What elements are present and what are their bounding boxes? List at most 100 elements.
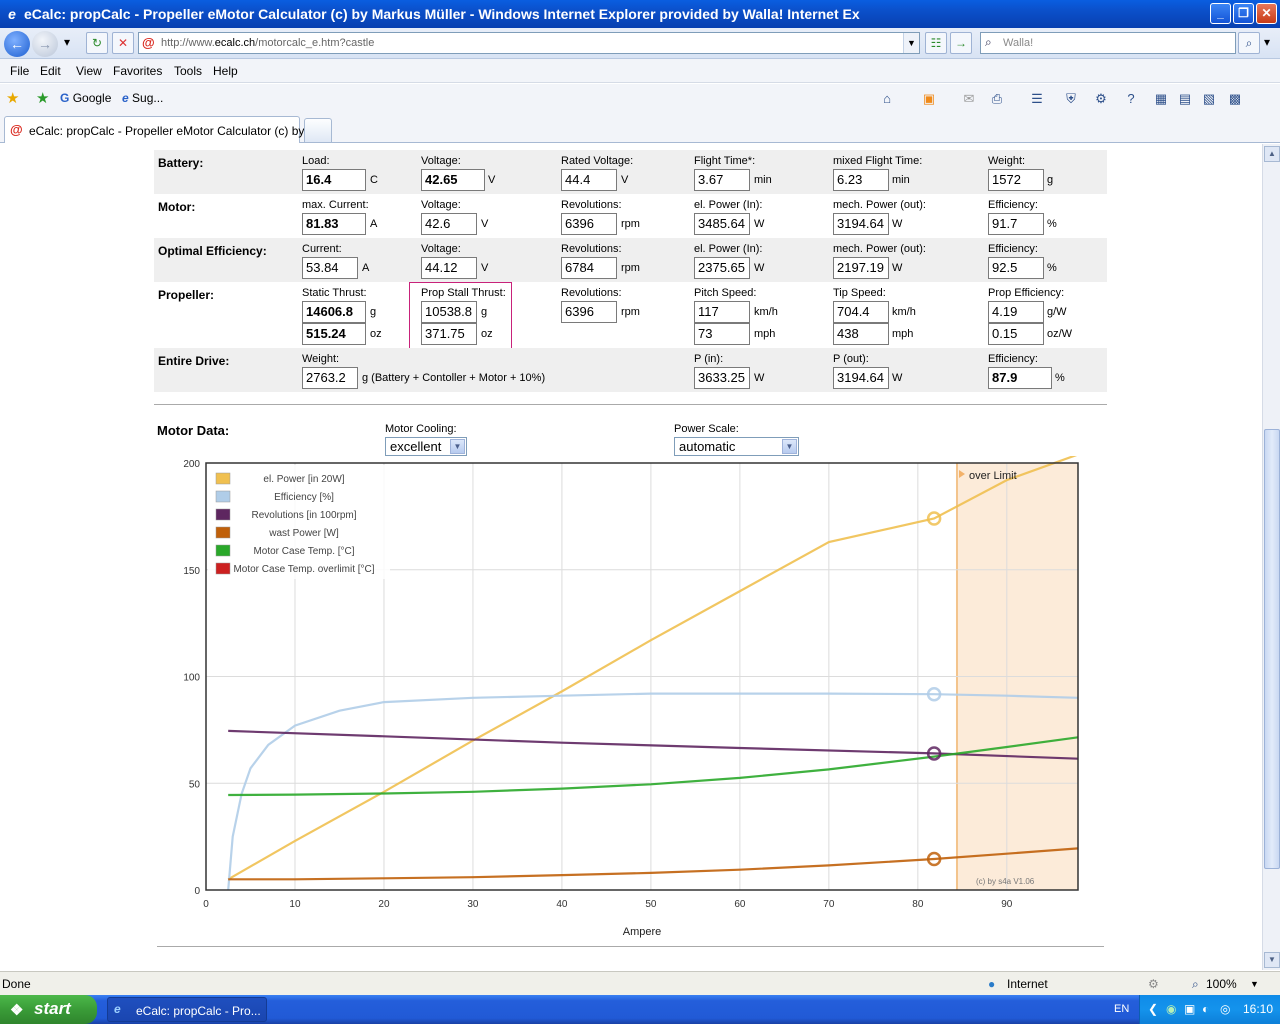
max-current-field[interactable]: 81.83: [302, 213, 366, 235]
taskbar: ❖ start e eCalc: propCalc - Pro... EN ❮ …: [0, 995, 1280, 1024]
static-thrust-g-field[interactable]: 14606.8: [302, 301, 366, 323]
taskbar-item-ecalc[interactable]: e eCalc: propCalc - Pro...: [107, 997, 267, 1022]
optimal-efficiency-field[interactable]: 92.5: [988, 257, 1044, 279]
refresh-icon[interactable]: ↻: [86, 32, 108, 54]
prop-efficiency-ozw-field[interactable]: 0.15: [988, 323, 1044, 345]
x-tick-label: 40: [556, 899, 568, 910]
optimal-current-field[interactable]: 53.84: [302, 257, 358, 279]
print-icon[interactable]: ⎙: [988, 90, 1006, 108]
translate-icon[interactable]: ▤: [1176, 90, 1194, 108]
favorite-google[interactable]: G Google: [60, 91, 111, 105]
prop-efficiency-gw-field[interactable]: 4.19: [988, 301, 1044, 323]
menu-tools[interactable]: Tools: [174, 64, 202, 78]
motor-voltage-field[interactable]: 42.6: [421, 213, 477, 235]
scroll-down-icon[interactable]: ▼: [1264, 952, 1280, 968]
propeller-label: Propeller:: [158, 288, 215, 302]
research-icon[interactable]: ▦: [1152, 90, 1170, 108]
stop-icon[interactable]: ✕: [112, 32, 134, 54]
network-icon[interactable]: ◉: [1166, 1002, 1176, 1016]
back-button[interactable]: ←: [4, 31, 30, 57]
pitch-speed-mph-field[interactable]: 73: [694, 323, 750, 345]
addon-icon[interactable]: ▩: [1226, 90, 1244, 108]
menu-help[interactable]: Help: [213, 64, 238, 78]
battery-label: Battery:: [158, 156, 204, 170]
tip-speed-kmh-field[interactable]: 704.4: [833, 301, 889, 323]
volume-icon[interactable]: ◐: [1202, 1002, 1209, 1016]
motor-cooling-select[interactable]: excellent ▼: [385, 437, 467, 456]
motor-mech-power-field[interactable]: 3194.64: [833, 213, 889, 235]
motor-revolutions-field[interactable]: 6396: [561, 213, 617, 235]
favorite-suggested[interactable]: e Sug...: [122, 91, 163, 105]
page-icon: @: [10, 122, 23, 137]
compatibility-icon[interactable]: ☷: [925, 32, 947, 54]
optimal-el-power-field[interactable]: 2375.65: [694, 257, 750, 279]
url-text: http://www.ecalc.ch/motorcalc_e.htm?cast…: [161, 37, 375, 49]
vertical-scrollbar[interactable]: ▲ ▼: [1262, 144, 1280, 970]
add-favorites-icon[interactable]: ★: [36, 89, 49, 107]
messenger-icon[interactable]: ▧: [1200, 90, 1218, 108]
rated-voltage-field[interactable]: 44.4: [561, 169, 617, 191]
p-out-field[interactable]: 3194.64: [833, 367, 889, 389]
page-menu-icon[interactable]: ☰: [1028, 90, 1046, 108]
close-button[interactable]: ✕: [1256, 3, 1277, 24]
battery-row: Battery: Load: 16.4 C Voltage: 42.65 V R…: [154, 150, 1107, 194]
zoom-level[interactable]: 100%: [1206, 977, 1237, 991]
optimal-mech-power-field[interactable]: 2197.19: [833, 257, 889, 279]
address-bar[interactable]: @ http://www.ecalc.ch/motorcalc_e.htm?ca…: [138, 32, 920, 54]
mail-icon[interactable]: ✉: [960, 90, 978, 108]
battery-weight-field[interactable]: 1572: [988, 169, 1044, 191]
go-icon[interactable]: →: [950, 32, 972, 54]
motor-el-power-field[interactable]: 3485.64: [694, 213, 750, 235]
prop-stall-thrust-g-field[interactable]: 10538.8: [421, 301, 477, 323]
safety-icon[interactable]: ⛨: [1062, 90, 1080, 108]
recent-pages-dropdown[interactable]: ▾: [60, 32, 74, 54]
drive-efficiency-field[interactable]: 87.9: [988, 367, 1052, 389]
motor-efficiency-field[interactable]: 91.7: [988, 213, 1044, 235]
minimize-button[interactable]: _: [1210, 3, 1231, 24]
tray-app-icon[interactable]: ▣: [1184, 1002, 1195, 1016]
drive-weight-field[interactable]: 2763.2: [302, 367, 358, 389]
menu-favorites[interactable]: Favorites: [113, 64, 162, 78]
tools-gear-icon[interactable]: ⚙: [1092, 90, 1110, 108]
language-indicator[interactable]: EN: [1114, 1003, 1129, 1015]
load-field[interactable]: 16.4: [302, 169, 366, 191]
p-in-field[interactable]: 3633.25: [694, 367, 750, 389]
optimal-voltage-field[interactable]: 44.12: [421, 257, 477, 279]
scroll-thumb[interactable]: [1264, 429, 1280, 869]
new-tab-button[interactable]: [304, 118, 332, 142]
tray-expand-icon[interactable]: ❮: [1148, 1002, 1158, 1016]
tray-security-icon[interactable]: ◎: [1220, 1002, 1230, 1016]
address-dropdown-icon[interactable]: ▼: [903, 33, 919, 53]
search-input[interactable]: ⌕ Walla!: [980, 32, 1236, 54]
prop-stall-thrust-oz-field[interactable]: 371.75: [421, 323, 477, 345]
motor-el-power-unit: W: [754, 218, 765, 230]
menu-edit[interactable]: Edit: [40, 64, 61, 78]
forward-button[interactable]: →: [32, 31, 58, 57]
pitch-speed-kmh-field[interactable]: 117: [694, 301, 750, 323]
entire-drive-label: Entire Drive:: [158, 354, 230, 368]
favorites-star-icon[interactable]: ★: [6, 89, 19, 107]
protected-mode-icon[interactable]: ⚙: [1148, 977, 1159, 991]
tip-speed-mph-field[interactable]: 438: [833, 323, 889, 345]
motor-efficiency-caption: Efficiency:: [988, 199, 1038, 211]
menu-view[interactable]: View: [76, 64, 102, 78]
menu-file[interactable]: File: [10, 64, 29, 78]
power-scale-select[interactable]: automatic ▼: [674, 437, 799, 456]
start-button[interactable]: ❖ start: [0, 995, 97, 1024]
home-icon[interactable]: ⌂: [878, 90, 896, 108]
mixed-flight-time-field[interactable]: 6.23: [833, 169, 889, 191]
feeds-icon[interactable]: ▣: [920, 90, 938, 108]
flight-time-field[interactable]: 3.67: [694, 169, 750, 191]
battery-voltage-field[interactable]: 42.65: [421, 169, 485, 191]
scroll-up-icon[interactable]: ▲: [1264, 146, 1280, 162]
static-thrust-oz-field[interactable]: 515.24: [302, 323, 366, 345]
zoom-dropdown-icon[interactable]: ▼: [1250, 979, 1259, 989]
optimal-revolutions-field[interactable]: 6784: [561, 257, 617, 279]
help-icon[interactable]: ?: [1122, 90, 1140, 108]
search-options-icon[interactable]: ▾: [1260, 32, 1274, 54]
search-icon[interactable]: ⌕: [1238, 32, 1260, 54]
maximize-button[interactable]: ❐: [1233, 3, 1254, 24]
prop-revolutions-field[interactable]: 6396: [561, 301, 617, 323]
tab-ecalc[interactable]: @ eCalc: propCalc - Propeller eMotor Cal…: [4, 116, 318, 143]
prop-stall-thrust-g-unit: g: [481, 306, 488, 318]
